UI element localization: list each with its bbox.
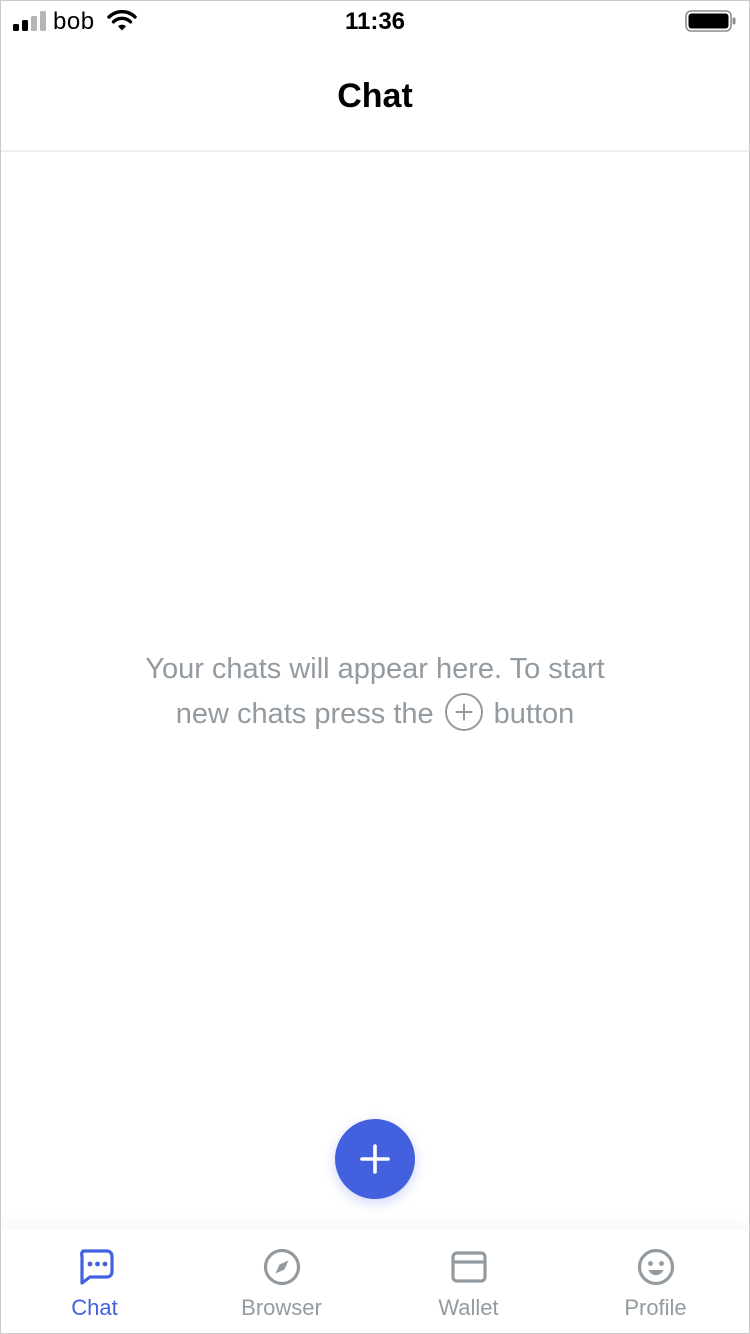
plus-icon [360,1144,390,1174]
bottom-tab-bar: Chat Browser Wallet Profile [1,1229,749,1333]
chat-bubble-icon [79,1249,114,1285]
status-bar: bob 11:36 [1,1,749,41]
compass-icon [263,1248,300,1286]
empty-message-line-2: new chats press the button [1,692,749,737]
page-title: Chat [337,77,413,115]
empty-message-text-before-icon: new chats press the [175,698,434,730]
tab-label-browser: Browser [241,1295,322,1320]
wallet-icon [450,1251,487,1283]
status-time: 11:36 [344,8,406,35]
tab-wallet[interactable]: Wallet [375,1229,562,1333]
tab-browser[interactable]: Browser [188,1229,375,1333]
tab-label-chat: Chat [71,1295,118,1320]
tab-profile[interactable]: Profile [562,1229,749,1333]
tab-label-profile: Profile [624,1295,687,1320]
empty-chats-message: Your chats will appear here. To start ne… [1,647,749,737]
empty-message-line-1: Your chats will appear here. To start [145,653,605,685]
tab-label-wallet: Wallet [438,1295,499,1320]
top-navigation-bar: Chat [1,41,749,152]
chat-screen: bob 11:36 Chat Your chats will appear he… [0,0,750,1334]
smiley-face-icon [637,1248,674,1286]
new-chat-button[interactable] [335,1119,415,1199]
empty-message-text-after-icon: button [493,698,575,730]
tab-chat[interactable]: Chat [1,1229,188,1333]
plus-circle-icon [444,693,483,731]
battery-icon [685,10,736,32]
